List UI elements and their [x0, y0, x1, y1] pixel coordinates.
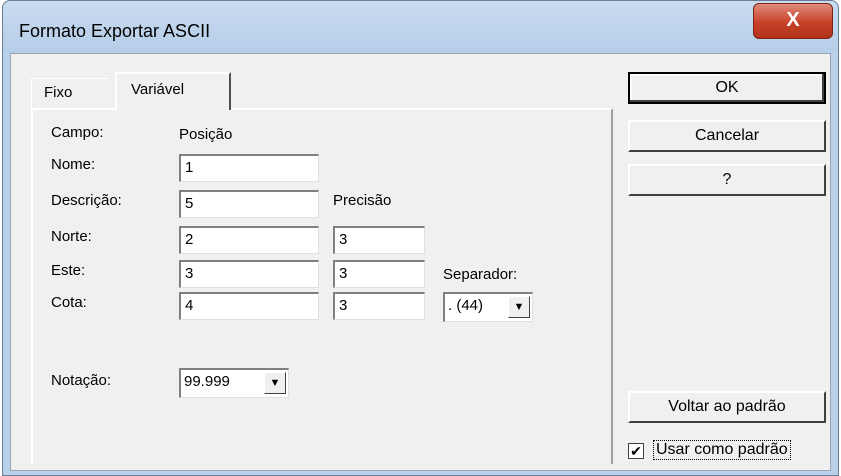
cota-precisao-field[interactable]: 3: [333, 292, 425, 320]
posicao-header: Posição: [179, 126, 233, 143]
este-precisao-field[interactable]: 3: [333, 260, 425, 288]
notacao-label: Notação:: [51, 372, 112, 389]
norte-posicao-field[interactable]: 2: [179, 226, 319, 254]
este-label: Este:: [51, 262, 86, 279]
dialog-client-area: Fixo Variável Campo: Posição Nome: 1 Des…: [10, 53, 831, 471]
norte-precisao-field[interactable]: 3: [333, 226, 425, 254]
cota-label: Cota:: [51, 294, 87, 311]
title-bar[interactable]: Formato Exportar ASCII X: [3, 1, 838, 53]
separador-label: Separador:: [443, 266, 518, 283]
norte-label: Norte:: [51, 228, 92, 245]
descricao-label: Descrição:: [51, 192, 122, 209]
precisao-header: Precisão: [333, 192, 392, 209]
cancel-button[interactable]: Cancelar: [628, 120, 826, 152]
nome-label: Nome:: [51, 156, 96, 173]
separador-select[interactable]: . (44) ▼: [443, 292, 533, 322]
campo-label: Campo:: [51, 124, 104, 141]
tab-panel-variavel: Campo: Posição Nome: 1 Descrição: 5 Prec…: [31, 108, 613, 464]
help-button[interactable]: ?: [628, 164, 826, 196]
descricao-posicao-field[interactable]: 5: [179, 190, 319, 218]
restore-default-button[interactable]: Voltar ao padrão: [628, 391, 826, 423]
cota-posicao-field[interactable]: 4: [179, 292, 319, 320]
checkmark-icon: ✔: [630, 443, 642, 459]
tab-variavel[interactable]: Variável: [115, 72, 231, 110]
notacao-select[interactable]: 99.999 ▼: [179, 368, 289, 398]
ok-button[interactable]: OK: [628, 72, 826, 104]
nome-posicao-field[interactable]: 1: [179, 154, 319, 182]
notacao-value: 99.999: [184, 373, 230, 390]
este-posicao-field[interactable]: 3: [179, 260, 319, 288]
close-button[interactable]: X: [753, 3, 833, 39]
close-icon: X: [786, 9, 800, 31]
export-ascii-dialog: Formato Exportar ASCII X Fixo Variável C…: [2, 0, 839, 476]
use-as-default-label[interactable]: Usar como padrão: [653, 440, 791, 460]
dialog-title: Formato Exportar ASCII: [19, 21, 211, 41]
separador-value: . (44): [448, 297, 484, 314]
tab-fixo[interactable]: Fixo: [31, 78, 109, 108]
chevron-down-icon[interactable]: ▼: [508, 296, 530, 318]
use-as-default-checkbox[interactable]: ✔: [628, 443, 644, 459]
chevron-down-icon[interactable]: ▼: [264, 372, 286, 394]
